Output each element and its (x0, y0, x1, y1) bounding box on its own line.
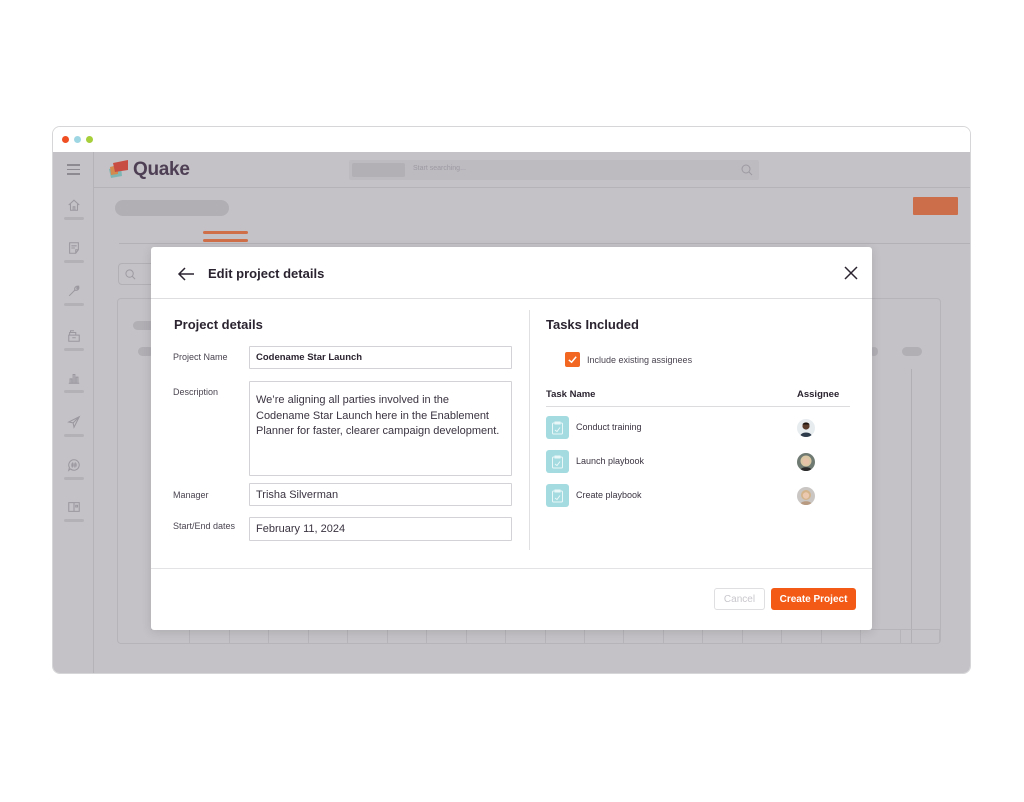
menu-icon[interactable] (67, 164, 80, 178)
tab-divider (119, 243, 970, 244)
manager-label: Manager (173, 490, 209, 500)
modal-header: Edit project details (151, 247, 872, 299)
tasks-included-heading: Tasks Included (546, 317, 639, 332)
assignee-avatar[interactable] (797, 419, 815, 437)
note-icon (68, 242, 79, 254)
quake-logo-icon (109, 160, 128, 178)
top-bar: Quake Start searching... (94, 152, 970, 188)
edit-project-modal: Edit project details Project details Pro… (151, 247, 872, 630)
send-icon (66, 415, 80, 429)
project-details-heading: Project details (174, 317, 263, 332)
task-row[interactable]: Launch playbook (546, 450, 850, 474)
assignee-avatar[interactable] (797, 453, 815, 471)
task-name: Launch playbook (576, 456, 645, 466)
search-placeholder: Start searching... (413, 165, 466, 172)
page-title-placeholder (115, 200, 229, 216)
include-assignees-label: Include existing assignees (587, 355, 693, 365)
background-card (888, 673, 908, 674)
window-minimize-dot[interactable] (74, 136, 81, 143)
bar-chart-icon (68, 373, 79, 384)
task-name-column-header: Task Name (546, 389, 596, 400)
sidebar-item-analytics[interactable] (53, 371, 94, 401)
task-name: Conduct training (576, 422, 642, 432)
clipboard-icon (546, 416, 569, 439)
search-scope-dropdown[interactable] (352, 163, 405, 177)
assignee-avatar[interactable] (797, 487, 815, 505)
description-textarea[interactable]: We’re aligning all parties involved in t… (249, 381, 512, 476)
project-name-input[interactable]: Codename Star Launch (249, 346, 512, 369)
dates-label: Start/End dates (173, 521, 236, 531)
archive-icon (67, 330, 80, 342)
table-header-divider (546, 406, 850, 407)
sidebar-item-archive[interactable] (53, 329, 94, 359)
sidebar-item-chat[interactable] (53, 458, 94, 488)
dates-input[interactable]: February 11, 2024 (249, 517, 512, 541)
modal-footer-divider (151, 568, 872, 569)
task-row[interactable]: Conduct training (546, 416, 850, 440)
checkmark-icon (568, 356, 577, 364)
sidebar-item-tools[interactable] (53, 284, 94, 314)
cancel-button[interactable]: Cancel (714, 588, 765, 610)
clipboard-icon (546, 450, 569, 473)
search-icon[interactable] (741, 164, 753, 176)
sidebar-item-campaigns[interactable] (53, 415, 94, 445)
column-placeholder (902, 347, 922, 356)
close-icon[interactable] (843, 265, 859, 281)
sidebar-item-home[interactable] (53, 198, 94, 228)
window-titlebar (53, 127, 970, 152)
task-row[interactable]: Create playbook (546, 484, 850, 508)
project-name-label: Project Name (173, 352, 228, 362)
back-arrow-icon[interactable] (176, 264, 196, 284)
sidebar-item-layout[interactable] (53, 500, 94, 530)
include-assignees-checkbox[interactable] (565, 352, 580, 367)
layout-icon (67, 502, 80, 512)
column-divider (529, 310, 530, 550)
wrench-icon (68, 285, 79, 297)
modal-title: Edit project details (208, 266, 325, 281)
search-icon (125, 269, 136, 280)
app-logo[interactable]: Quake (108, 159, 190, 181)
home-icon (67, 199, 80, 211)
global-search[interactable]: Start searching... (349, 160, 759, 180)
background-grid (151, 629, 941, 643)
app-name: Quake (133, 159, 190, 180)
manager-input[interactable]: Trisha Silverman (249, 483, 512, 506)
active-tab-indicator (203, 231, 248, 247)
description-label: Description (173, 387, 219, 397)
column-line (911, 369, 912, 643)
assignee-column-header: Assignee (797, 389, 840, 400)
sidebar-item-notes[interactable] (53, 241, 94, 271)
chat-hash-icon (67, 459, 80, 472)
primary-action-button[interactable] (913, 197, 958, 215)
clipboard-icon (546, 484, 569, 507)
sidebar (53, 152, 94, 673)
create-project-button[interactable]: Create Project (771, 588, 856, 610)
window-maximize-dot[interactable] (86, 136, 93, 143)
task-name: Create playbook (576, 490, 642, 500)
window-close-dot[interactable] (62, 136, 69, 143)
